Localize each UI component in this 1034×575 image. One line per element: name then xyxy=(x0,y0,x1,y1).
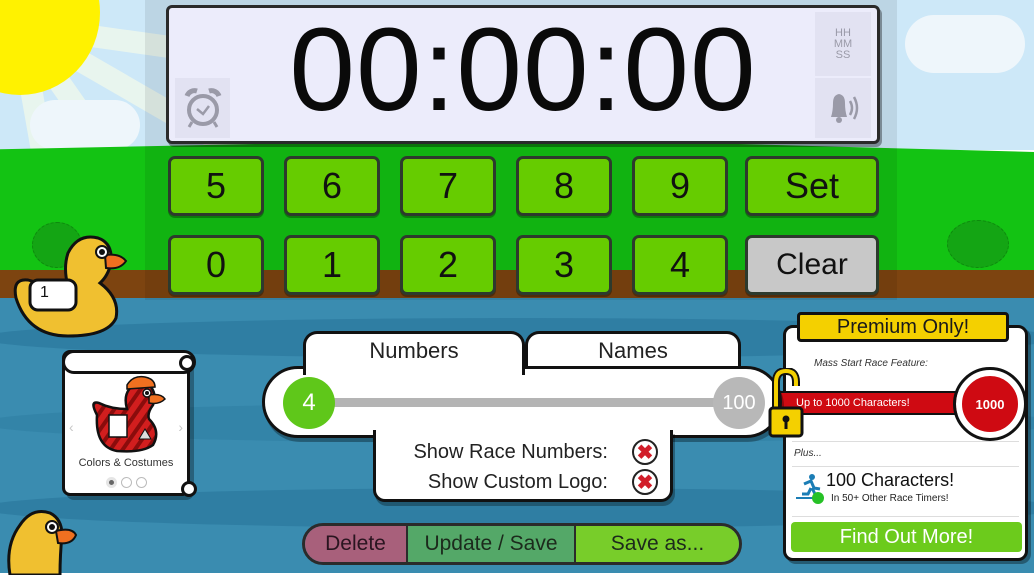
prev-costume-arrow[interactable]: ‹ xyxy=(69,419,74,435)
costume-duck-image xyxy=(92,375,166,453)
scroll-top xyxy=(62,350,196,374)
time-format-button[interactable]: HH MM SS xyxy=(815,12,871,76)
timer-display: 00:00:00 HH MM SS xyxy=(166,4,880,144)
page-dot-3[interactable] xyxy=(135,477,147,488)
option-show-race-numbers: Show Race Numbers: ✖ xyxy=(376,438,670,466)
plus-label: Plus... xyxy=(794,448,822,459)
sound-button[interactable] xyxy=(815,78,871,138)
key-7[interactable]: 7 xyxy=(400,156,496,216)
delete-button[interactable]: Delete xyxy=(305,526,408,562)
update-save-button[interactable]: Update / Save xyxy=(408,526,576,562)
characters-subtitle: In 50+ Other Race Timers! xyxy=(831,493,949,504)
key-8[interactable]: 8 xyxy=(516,156,612,216)
racer-count-slider[interactable]: 4 100 xyxy=(262,366,782,438)
runner-icon xyxy=(796,474,824,504)
tab-numbers[interactable]: Numbers xyxy=(303,331,525,375)
slider-knob[interactable]: 4 xyxy=(283,377,335,429)
alarm-button[interactable] xyxy=(175,78,230,138)
duck-racer xyxy=(7,510,78,575)
characters-title: 100 Characters! xyxy=(826,470,955,490)
key-5[interactable]: 5 xyxy=(168,156,264,216)
premium-banner: Premium Only! xyxy=(797,312,1009,342)
time-readout: 00:00:00 xyxy=(289,4,757,136)
key-9[interactable]: 9 xyxy=(632,156,728,216)
costume-card[interactable]: ‹ › Colors & Costumes xyxy=(62,350,197,497)
mass-start-label: Mass Start Race Feature: xyxy=(814,358,928,369)
key-2[interactable]: 2 xyxy=(400,235,496,295)
page-dot-2[interactable] xyxy=(120,477,132,488)
duck-number: 1 xyxy=(40,284,49,301)
premium-panel: Mass Start Race Feature: Up to 1000 Char… xyxy=(776,325,1028,561)
clear-button[interactable]: Clear xyxy=(745,235,879,295)
racer-options: Show Race Numbers: ✖ Show Custom Logo: ✖ xyxy=(373,430,673,502)
key-4[interactable]: 4 xyxy=(632,235,728,295)
slider-max-label: 100 xyxy=(713,377,765,429)
save-as-button[interactable]: Save as... xyxy=(576,526,739,562)
key-0[interactable]: 0 xyxy=(168,235,264,295)
key-6[interactable]: 6 xyxy=(284,156,380,216)
option-label: Show Race Numbers: xyxy=(413,440,608,463)
page-dot-1[interactable] xyxy=(105,477,117,488)
premium-characters-bar: Up to 1000 Characters! xyxy=(776,391,986,415)
bush xyxy=(947,220,1009,268)
format-mm: MM xyxy=(833,37,853,50)
option-show-custom-logo: Show Custom Logo: ✖ xyxy=(376,468,670,496)
premium-max-bulb: 1000 xyxy=(953,367,1027,441)
cloud xyxy=(30,100,140,150)
toggle-race-numbers-x-icon[interactable]: ✖ xyxy=(632,439,658,465)
format-hh: HH xyxy=(835,26,851,39)
costume-card-label: Colors & Costumes xyxy=(78,457,174,469)
key-1[interactable]: 1 xyxy=(284,235,380,295)
divider xyxy=(792,466,1019,467)
alarm-clock-icon xyxy=(184,88,221,128)
padlock-icon xyxy=(768,368,804,438)
key-3[interactable]: 3 xyxy=(516,235,612,295)
save-actions-bar: Delete Update / Save Save as... xyxy=(302,523,742,565)
divider xyxy=(792,516,1019,517)
scroll-curl xyxy=(179,355,195,371)
tab-names[interactable]: Names xyxy=(525,331,741,369)
divider xyxy=(792,441,1019,442)
set-button[interactable]: Set xyxy=(745,156,879,216)
cloud xyxy=(905,15,1025,73)
duck-racer xyxy=(13,235,128,338)
find-out-more-button[interactable]: Find Out More! xyxy=(791,522,1022,552)
next-costume-arrow[interactable]: › xyxy=(178,419,183,435)
page-dots xyxy=(65,477,187,488)
option-label: Show Custom Logo: xyxy=(427,470,608,493)
toggle-custom-logo-x-icon[interactable]: ✖ xyxy=(632,469,658,495)
format-ss: SS xyxy=(835,48,851,61)
slider-track[interactable] xyxy=(315,398,739,407)
bell-sound-icon xyxy=(831,94,859,123)
